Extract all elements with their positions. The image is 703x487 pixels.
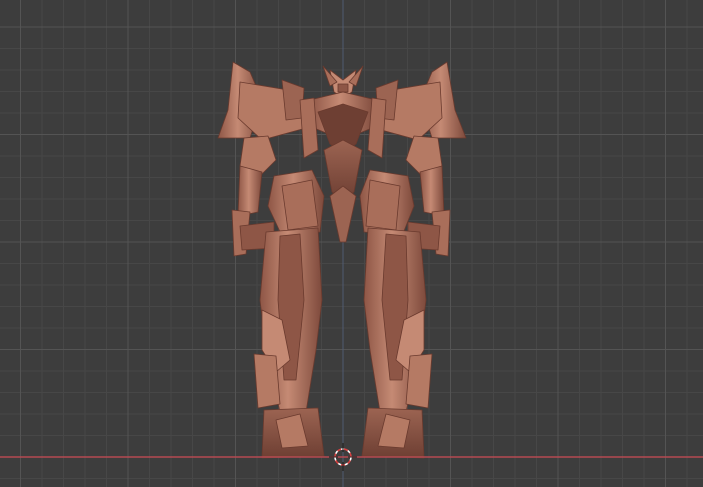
right-wing[interactable] [373,61,467,141]
3d-viewport[interactable] [0,0,703,487]
left-leg[interactable] [253,227,325,459]
right-thigh[interactable] [359,169,415,237]
right-leg[interactable] [361,227,433,459]
left-wing[interactable] [217,61,307,141]
viewport-scene[interactable] [0,0,703,487]
left-thigh[interactable] [267,169,325,237]
